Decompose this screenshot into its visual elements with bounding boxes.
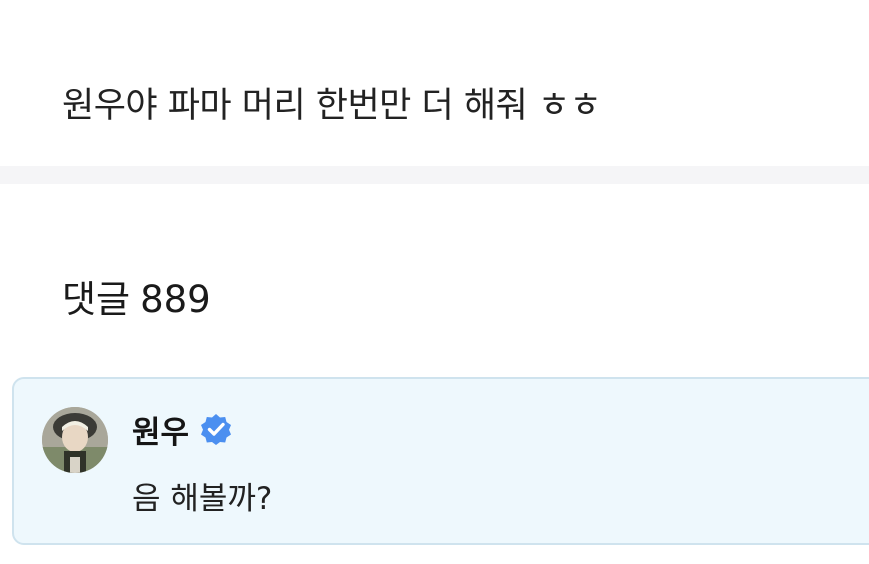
comment-text: 음 해볼까? xyxy=(132,481,273,517)
comments-count: 889 xyxy=(140,278,211,321)
verified-badge-icon xyxy=(199,412,233,446)
post-text: 원우야 파마 머리 한번만 더 해줘 ㅎㅎ xyxy=(62,86,602,126)
comments-label: 댓글 xyxy=(62,278,131,321)
post-page: 원우야 파마 머리 한번만 더 해줘 ㅎㅎ 댓글 889 원우 음 해볼까? xyxy=(0,0,869,564)
avatar[interactable] xyxy=(42,407,108,473)
author-name[interactable]: 원우 xyxy=(132,407,189,452)
comments-header: 댓글 889 xyxy=(62,272,211,328)
comment-card[interactable]: 원우 음 해볼까? xyxy=(12,377,869,545)
comment-author-row: 원우 xyxy=(132,407,233,451)
avatar-image xyxy=(42,407,108,473)
section-divider xyxy=(0,166,869,184)
